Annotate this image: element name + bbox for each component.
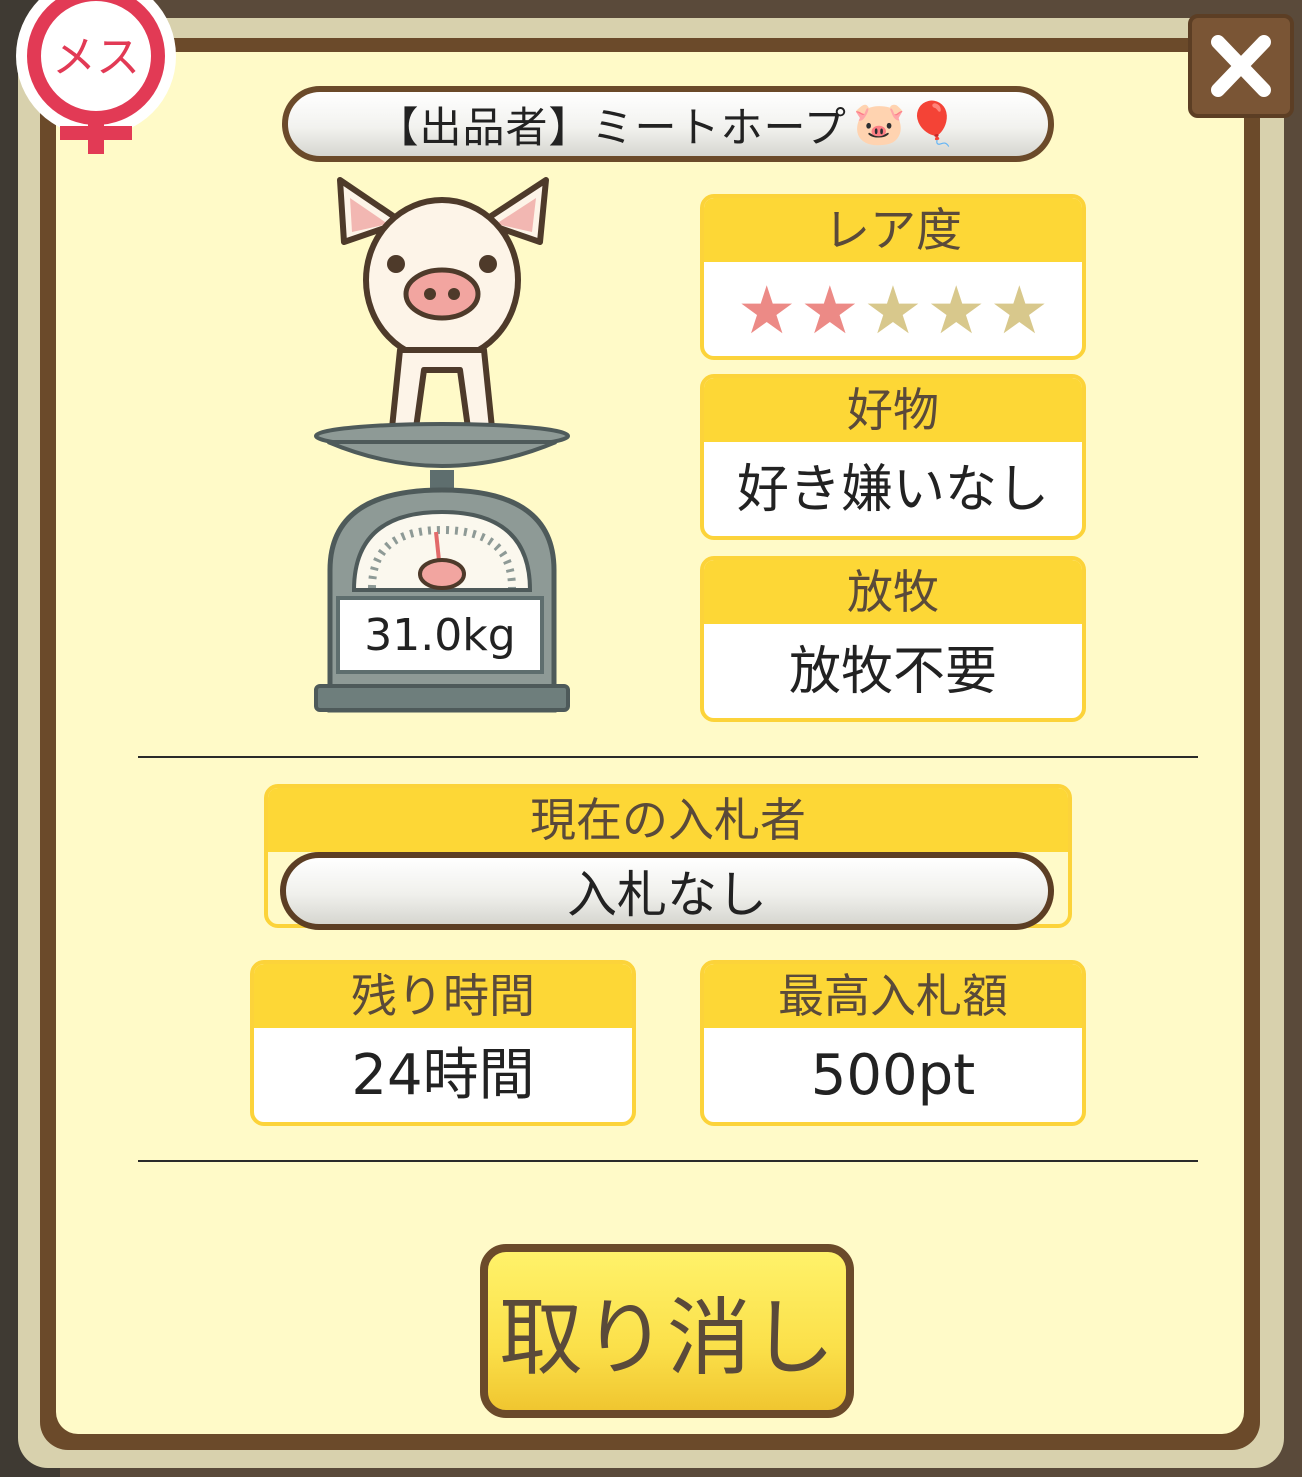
favorite-title: 好物: [704, 378, 1082, 442]
grazing-box: 放牧 放牧不要: [700, 556, 1086, 722]
seller-emoji: 🐷🎈: [852, 99, 960, 148]
rarity-stars: ★ ★ ★ ★ ★: [704, 262, 1082, 346]
divider-top: [138, 756, 1198, 758]
remaining-title: 残り時間: [254, 964, 632, 1028]
highest-bid-value: 500pt: [810, 1043, 976, 1108]
divider-bottom: [138, 1160, 1198, 1162]
cancel-button[interactable]: 取り消し: [480, 1244, 854, 1418]
grazing-title: 放牧: [704, 560, 1082, 624]
rarity-box: レア度 ★ ★ ★ ★ ★: [700, 194, 1086, 360]
bidder-value-pill: 入札なし: [280, 852, 1054, 930]
close-icon: [1211, 35, 1271, 97]
rarity-title: レア度: [704, 198, 1082, 262]
star-icon: ★: [926, 272, 986, 349]
close-button[interactable]: [1188, 14, 1294, 118]
star-icon: ★: [989, 272, 1049, 349]
favorite-value: 好き嫌いなし: [736, 460, 1049, 520]
badge-label: メス: [52, 32, 140, 83]
bidder-title: 現在の入札者: [268, 788, 1068, 852]
star-icon: ★: [737, 272, 797, 349]
star-icon: ★: [863, 272, 923, 349]
grazing-value: 放牧不要: [788, 642, 997, 702]
remaining-value: 24時間: [351, 1043, 535, 1108]
star-icon: ★: [800, 272, 860, 349]
highest-bid-title: 最高入札額: [704, 964, 1082, 1028]
female-symbol-icon: メス: [16, 0, 176, 154]
female-badge: メス: [8, 0, 178, 160]
highest-bid-box: 最高入札額 500pt: [700, 960, 1086, 1126]
remaining-time-box: 残り時間 24時間: [250, 960, 636, 1126]
seller-name-pill: 【出品者】ミートホープ 🐷🎈: [282, 86, 1054, 162]
weight-display: 31.0kg: [336, 596, 544, 674]
favorite-food-box: 好物 好き嫌いなし: [700, 374, 1086, 540]
seller-label: 【出品者】ミートホープ: [376, 102, 847, 152]
